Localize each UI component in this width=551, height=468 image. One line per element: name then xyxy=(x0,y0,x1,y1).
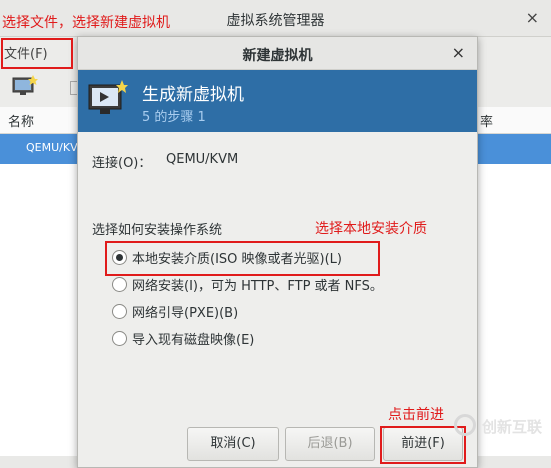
dialog-title: 新建虚拟机 xyxy=(242,48,313,64)
install-method-label: 选择如何安装操作系统 xyxy=(92,223,223,238)
radio-label: 网络引导(PXE)(B) xyxy=(132,306,239,321)
connection-label: 连接(O)： xyxy=(92,156,152,171)
list-item-label: QEMU/KV xyxy=(26,141,78,154)
dialog-banner: 生成新虚拟机 5 的步骤 1 xyxy=(78,70,477,132)
watermark-text: 创新互联 xyxy=(482,418,543,436)
annotation-local-note: 选择本地安装介质 xyxy=(315,221,427,237)
column-name[interactable]: 名称 xyxy=(8,111,34,130)
dialog-titlebar: 新建虚拟机 × xyxy=(78,37,477,70)
radio-button[interactable] xyxy=(112,331,127,346)
annotation-file-note: 选择文件，选择新建虚拟机 xyxy=(2,15,170,31)
watermark-logo-icon xyxy=(454,414,476,436)
watermark: 创新互联 xyxy=(452,410,548,450)
highlight-file-menu xyxy=(1,38,73,69)
main-close-icon[interactable]: × xyxy=(526,8,539,27)
highlight-local-media xyxy=(105,241,380,276)
banner-step: 5 的步骤 1 xyxy=(142,110,206,125)
new-vm-icon[interactable] xyxy=(12,75,38,97)
radio-label: 导入现有磁盘映像(E) xyxy=(132,333,255,348)
radio-button[interactable] xyxy=(112,277,127,292)
column-cpu-usage[interactable]: 率 xyxy=(480,111,493,130)
monitor-star-icon xyxy=(88,80,128,114)
dialog-close-icon[interactable]: × xyxy=(452,43,465,62)
radio-label: 网络安装(I)，可为 HTTP、FTP 或者 NFS。 xyxy=(132,279,383,294)
annotation-next-note: 点击前进 xyxy=(388,407,444,423)
radio-button[interactable] xyxy=(112,304,127,319)
banner-title: 生成新虚拟机 xyxy=(142,85,244,105)
connection-value: QEMU/KVM xyxy=(166,152,239,167)
